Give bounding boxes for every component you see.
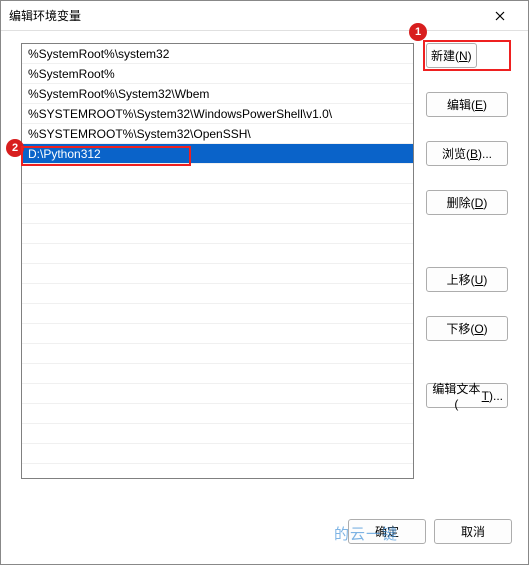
path-list-item[interactable]: %SystemRoot% bbox=[22, 64, 413, 84]
path-list-item[interactable] bbox=[22, 184, 413, 204]
path-list-item[interactable]: %SystemRoot%\system32 bbox=[22, 44, 413, 64]
delete-button[interactable]: 删除(D) bbox=[426, 190, 508, 215]
titlebar: 编辑环境变量 bbox=[1, 1, 528, 31]
path-list-item[interactable] bbox=[22, 404, 413, 424]
dialog-window: 编辑环境变量 %SystemRoot%\system32%SystemRoot%… bbox=[0, 0, 529, 565]
path-list-item[interactable]: %SYSTEMROOT%\System32\WindowsPowerShell\… bbox=[22, 104, 413, 124]
path-list-item[interactable] bbox=[22, 244, 413, 264]
path-list-item[interactable]: D:\Python312 bbox=[22, 144, 413, 164]
path-list-item[interactable] bbox=[22, 324, 413, 344]
browse-button[interactable]: 浏览(B)... bbox=[426, 141, 508, 166]
path-list[interactable]: %SystemRoot%\system32%SystemRoot%%System… bbox=[21, 43, 414, 479]
path-list-item[interactable] bbox=[22, 444, 413, 464]
path-list-item[interactable] bbox=[22, 344, 413, 364]
path-list-item[interactable] bbox=[22, 364, 413, 384]
new-button[interactable]: 新建(N) bbox=[426, 43, 477, 68]
path-list-item[interactable]: %SYSTEMROOT%\System32\OpenSSH\ bbox=[22, 124, 413, 144]
path-list-item[interactable] bbox=[22, 204, 413, 224]
path-list-item[interactable]: %SystemRoot%\System32\Wbem bbox=[22, 84, 413, 104]
close-icon bbox=[495, 11, 505, 21]
move-up-button[interactable]: 上移(U) bbox=[426, 267, 508, 292]
content-area: %SystemRoot%\system32%SystemRoot%%System… bbox=[1, 31, 528, 509]
edit-text-button[interactable]: 编辑文本(T)... bbox=[426, 383, 508, 408]
window-title: 编辑环境变量 bbox=[9, 7, 480, 24]
path-list-item[interactable] bbox=[22, 424, 413, 444]
path-list-item[interactable] bbox=[22, 164, 413, 184]
path-list-item[interactable] bbox=[22, 284, 413, 304]
edit-button[interactable]: 编辑(E) bbox=[426, 92, 508, 117]
path-list-item[interactable] bbox=[22, 304, 413, 324]
footer: 的云一键 确定 取消 bbox=[1, 509, 528, 564]
move-down-button[interactable]: 下移(O) bbox=[426, 316, 508, 341]
path-list-item[interactable] bbox=[22, 224, 413, 244]
close-button[interactable] bbox=[480, 2, 520, 30]
ok-button[interactable]: 确定 bbox=[348, 519, 426, 544]
cancel-button[interactable]: 取消 bbox=[434, 519, 512, 544]
path-list-item[interactable] bbox=[22, 384, 413, 404]
path-list-item[interactable] bbox=[22, 264, 413, 284]
button-column: 新建(N) 1 编辑(E) 浏览(B)... 删除(D) 上移(U) bbox=[426, 43, 508, 501]
